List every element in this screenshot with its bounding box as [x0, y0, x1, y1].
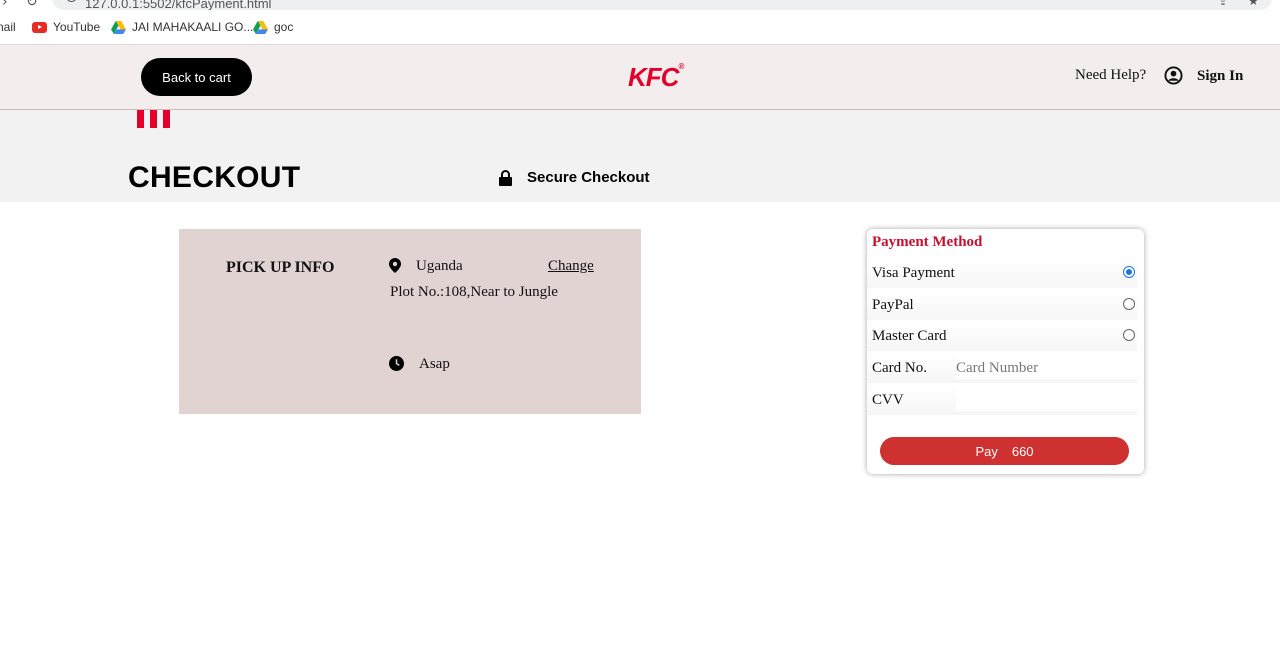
kfc-logo[interactable]: KFC®	[628, 62, 684, 93]
card-number-label: Card No.	[872, 360, 927, 376]
bookmark-youtube[interactable]: YouTube	[32, 20, 100, 34]
site-header: Back to cart KFC® Need Help? Sign In	[0, 44, 1280, 110]
cvv-row: CVV	[867, 385, 1137, 415]
drive-icon	[111, 20, 126, 34]
checkout-banner: CHECKOUT Secure Checkout	[0, 110, 1280, 202]
bookmark-goc[interactable]: goc	[253, 20, 293, 34]
forward-arrow-icon[interactable]: ›	[2, 0, 8, 10]
card-number-input[interactable]	[956, 357, 1137, 379]
lock-icon	[499, 170, 512, 186]
sign-in-link[interactable]: Sign In	[1197, 68, 1243, 85]
address-bar[interactable]: 127.0.0.1:5502/kfcPayment.html	[52, 0, 1272, 10]
pickup-address: Plot No.:108,Near to Jungle	[390, 284, 558, 300]
payment-option-label: Visa Payment	[872, 265, 955, 281]
pickup-location: Uganda	[416, 258, 463, 274]
bookmark-label: JAI MAHAKAALI GO...	[132, 20, 254, 34]
payment-method-title: Payment Method	[872, 234, 983, 250]
payment-option-paypal[interactable]: PayPal	[867, 290, 1137, 320]
payment-option-label: Master Card	[872, 328, 947, 344]
pickup-title: PICK UP INFO	[226, 259, 335, 276]
pay-button[interactable]: Pay 660	[880, 437, 1129, 465]
mastercard-radio[interactable]	[1123, 329, 1135, 341]
kfc-stripes-logo	[137, 110, 170, 128]
need-help-link[interactable]: Need Help?	[1075, 67, 1146, 84]
back-to-cart-button[interactable]: Back to cart	[141, 58, 252, 96]
bookmark-label: nail	[0, 20, 16, 34]
cvv-input[interactable]	[956, 389, 1137, 411]
payment-option-visa[interactable]: Visa Payment	[867, 258, 1137, 288]
clock-icon	[389, 356, 404, 371]
pickup-time: Asap	[419, 356, 450, 372]
browser-chrome: › ↻ 127.0.0.1:5502/kfcPayment.html ⇪ ★	[0, 0, 1280, 12]
secure-checkout-label: Secure Checkout	[527, 169, 650, 186]
bookmark-jai-mahakaali[interactable]: JAI MAHAKAALI GO...	[111, 20, 253, 34]
youtube-icon	[32, 21, 47, 33]
pickup-info-card: PICK UP INFO Uganda Change Plot No.:108,…	[179, 229, 641, 414]
change-location-link[interactable]: Change	[548, 258, 594, 275]
drive-icon	[253, 20, 268, 34]
reload-icon[interactable]: ↻	[26, 0, 38, 10]
logo-text: KFC	[628, 62, 679, 92]
bookmarks-bar: nail YouTube JAI MAHAKAALI GO... goc	[0, 14, 1280, 44]
bookmark-label: goc	[274, 20, 294, 34]
card-number-row: Card No.	[867, 353, 1137, 383]
visa-radio[interactable]	[1123, 266, 1135, 278]
payment-option-mastercard[interactable]: Master Card	[867, 321, 1137, 351]
site-info-icon[interactable]	[66, 0, 77, 3]
cvv-label: CVV	[872, 392, 904, 408]
share-icon[interactable]: ⇪	[1218, 0, 1228, 8]
pay-button-label: Pay	[975, 443, 998, 459]
bookmark-star-icon[interactable]: ★	[1248, 0, 1259, 8]
pay-amount: 660	[1011, 443, 1034, 459]
location-pin-icon	[389, 258, 401, 273]
bookmark-label: YouTube	[53, 20, 101, 34]
registered-mark: ®	[678, 62, 684, 71]
page-title: CHECKOUT	[128, 161, 301, 194]
payment-option-label: PayPal	[872, 297, 914, 313]
url-text: 127.0.0.1:5502/kfcPayment.html	[85, 0, 272, 10]
user-account-icon[interactable]	[1164, 66, 1183, 85]
paypal-radio[interactable]	[1123, 298, 1135, 310]
payment-method-card: Payment Method Visa Payment PayPal Maste…	[867, 229, 1144, 474]
bookmark-gmail[interactable]: nail	[0, 20, 16, 34]
